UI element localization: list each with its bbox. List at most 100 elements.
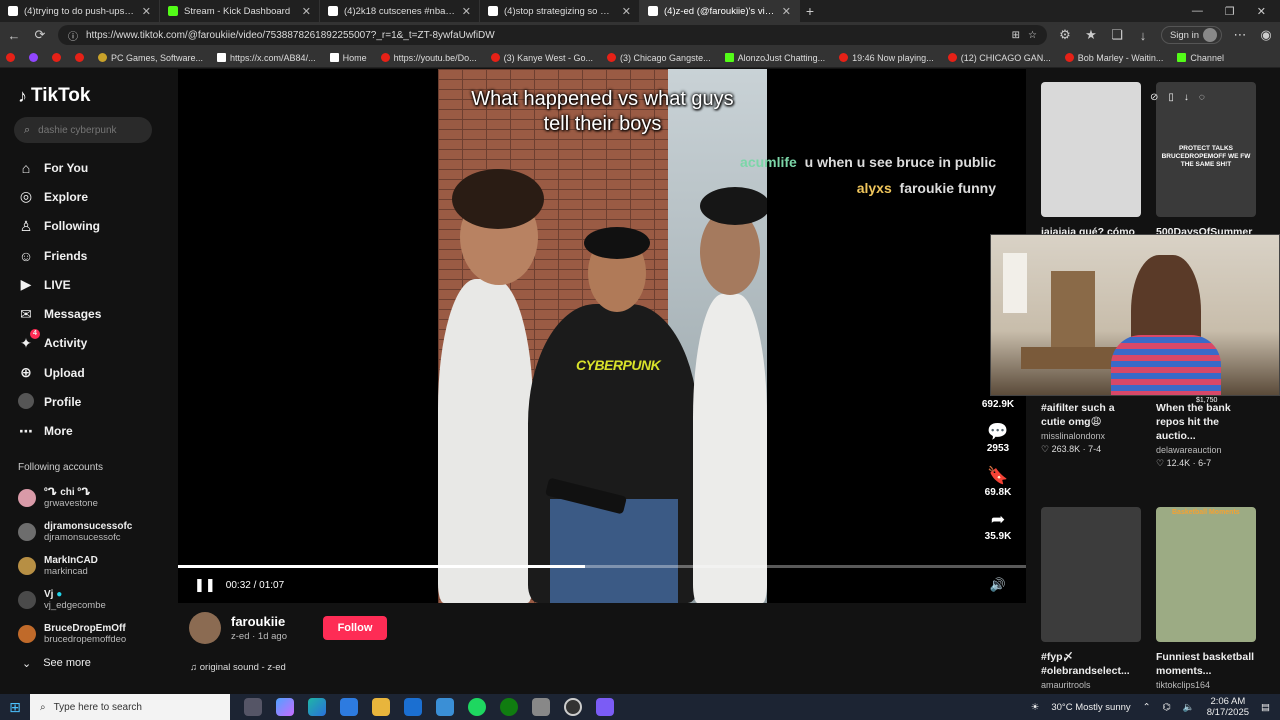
bookmark-item[interactable] (29, 53, 38, 62)
close-window-icon[interactable]: ✕ (1257, 5, 1266, 18)
sidebar-item-friends[interactable]: ☺ Friends (18, 241, 164, 270)
browser-tab[interactable]: (4)stop strategizing so much. #k ✕ (480, 0, 640, 22)
browser-tab[interactable]: (4)2k18 cutscenes #nba2k #nba2 ✕ (320, 0, 480, 22)
clock[interactable]: 2:06 AM 8/17/2025 (1207, 696, 1249, 718)
tray-chevron-icon[interactable]: ⌃ (1143, 702, 1151, 713)
sidebar-item-following[interactable]: ♙ Following (18, 212, 164, 241)
volume-icon[interactable]: 🔊 (990, 577, 1006, 593)
bookmark-item[interactable]: AlonzoJust Chatting... (724, 53, 825, 63)
pause-icon[interactable]: ❚❚ (194, 577, 216, 593)
sidebar-item-live[interactable]: ▶ LIVE (18, 270, 164, 299)
video-player[interactable]: CYBERPUNK What happened vs what guys tel… (178, 69, 1026, 603)
recommended-video-card[interactable]: Funniest basketball moments... tiktokclip… (1156, 507, 1256, 690)
photos-app-icon[interactable] (436, 698, 454, 716)
close-icon[interactable]: ✕ (462, 5, 471, 18)
video-thumbnail[interactable] (1041, 82, 1141, 217)
following-account[interactable]: Vj ● vj_edgecombe (18, 583, 164, 617)
bookmark-item[interactable]: (3) Kanye West - Go... (490, 53, 593, 63)
downloads-icon[interactable]: ↓ (1135, 28, 1151, 43)
network-icon[interactable]: ⌬ (1163, 702, 1171, 713)
site-info-icon[interactable]: ⓘ (68, 28, 78, 43)
search-box[interactable]: ⌕ (14, 117, 152, 143)
bookmark-item[interactable]: Bob Marley - Waitin... (1064, 53, 1163, 63)
store-app-icon[interactable] (340, 698, 358, 716)
minimize-icon[interactable]: — (1192, 5, 1203, 18)
browser-tab[interactable]: (4)z-ed (@faroukiie)'s video ✕ (640, 0, 800, 22)
refresh-icon[interactable]: ⟳ (32, 27, 48, 43)
sidebar-item-explore[interactable]: ◎ Explore (18, 182, 164, 211)
sidebar-item-more[interactable]: ⋯ More (18, 417, 164, 446)
sidebar-item-profile[interactable]: Profile (18, 387, 164, 416)
author-avatar[interactable] (189, 612, 221, 644)
close-icon[interactable]: ✕ (142, 5, 151, 18)
following-account[interactable]: MarkInCAD markincad (18, 549, 164, 583)
sidebar-item-activity[interactable]: ✦ 4 Activity (18, 328, 164, 358)
collections-icon[interactable]: ❏ (1109, 27, 1125, 43)
card-author[interactable]: delawareauction (1156, 445, 1256, 455)
card-author[interactable]: misslinalondonx (1041, 431, 1141, 441)
bookmark-item[interactable]: (12) CHICAGO GAN... (947, 53, 1051, 63)
copilot-app-icon[interactable] (276, 698, 294, 716)
search-input[interactable] (38, 124, 139, 136)
back-icon[interactable]: ← (6, 28, 22, 43)
card-title[interactable]: Funniest basketball moments... (1156, 650, 1256, 678)
video-thumbnail[interactable] (1041, 507, 1141, 642)
see-more-button[interactable]: ⌄ See more (18, 657, 164, 670)
sidebar-item-messages[interactable]: ✉ Messages (18, 299, 164, 328)
edge-app-icon[interactable] (308, 698, 326, 716)
copilot-icon[interactable]: ◉ (1258, 27, 1274, 43)
following-account[interactable]: djramonsucessofc djramonsucessofc (18, 515, 164, 549)
recommended-video-card[interactable]: #fyp〆 #olebrandselect... amauritrools (1041, 507, 1141, 690)
share-icon[interactable]: ➦ (978, 509, 1018, 531)
close-icon[interactable]: ✕ (782, 5, 791, 18)
maximize-icon[interactable]: ❐ (1225, 5, 1235, 18)
video-thumbnail[interactable] (1156, 507, 1256, 642)
bookmark-item[interactable] (75, 53, 84, 62)
bookmark-item[interactable]: 19:46 Now playing... (839, 53, 934, 63)
extensions-icon[interactable]: ⚙ (1057, 27, 1073, 43)
speaker-icon[interactable]: 🔈 (1183, 702, 1195, 713)
card-author[interactable]: tiktokclips164 (1156, 680, 1256, 690)
browser-tab[interactable]: Stream - Kick Dashboard ✕ (160, 0, 320, 22)
following-account[interactable]: ºᖊ chi ºᖊ grwavestone (18, 481, 164, 515)
follow-button[interactable]: Follow (322, 616, 387, 640)
bookmark-item[interactable]: Home (329, 53, 367, 63)
spotify-app-icon[interactable] (468, 698, 486, 716)
bookmark-item[interactable]: https://x.com/AB84/... (217, 53, 316, 63)
bookmark-item[interactable]: Channel (1177, 53, 1224, 63)
app-icon[interactable] (532, 698, 550, 716)
bookmark-item[interactable]: PC Games, Software... (98, 53, 203, 63)
url-box[interactable]: ⓘ https://www.tiktok.com/@faroukiie/vide… (58, 25, 1047, 45)
xbox-app-icon[interactable] (500, 698, 518, 716)
sign-in-button[interactable]: Sign in (1160, 26, 1222, 44)
browser-menu-icon[interactable]: ⋯ (1232, 27, 1248, 43)
video-frame[interactable]: CYBERPUNK What happened vs what guys tel… (438, 69, 767, 603)
card-author[interactable]: amauritrools (1041, 680, 1141, 690)
bookmark-item[interactable] (52, 53, 61, 62)
following-account[interactable]: BruceDropEmOff brucedropemoffdeo (18, 617, 164, 651)
bookmark-icon[interactable]: 🔖 (978, 465, 1018, 487)
card-title[interactable]: #aifilter such a cutie omg😩 (1041, 401, 1141, 429)
sidebar-item-for-you[interactable]: ⌂ For You (18, 153, 164, 182)
sound-link[interactable]: ♫ original sound - z-ed (190, 662, 286, 673)
sidebar-item-upload[interactable]: ⊕ Upload (18, 358, 164, 387)
outlook-app-icon[interactable] (404, 698, 422, 716)
card-title[interactable]: When the bank repos hit the auctio... (1156, 401, 1256, 443)
new-tab-button[interactable]: + (800, 3, 820, 19)
notifications-icon[interactable]: ▤ (1261, 702, 1270, 713)
weather-icon[interactable]: ☀ (1031, 702, 1040, 713)
card-title[interactable]: #fyp〆 #olebrandselect... (1041, 650, 1141, 678)
favorite-star-icon[interactable]: ☆ (1028, 30, 1037, 41)
recommended-video-card[interactable]: jajajaja qué? cómo (1041, 82, 1141, 239)
author-name[interactable]: faroukiie (231, 614, 287, 629)
pip-icon[interactable]: ⊘ (1150, 92, 1158, 103)
mobile-icon[interactable]: ▯ (1168, 92, 1174, 103)
browser-tab[interactable]: (4)trying to do push-ups for bee ✕ (0, 0, 160, 22)
tiktok-logo[interactable]: ♪ TikTok (18, 85, 164, 107)
bookmark-item[interactable]: (3) Chicago Gangste... (607, 53, 711, 63)
windows-start-icon[interactable]: ⊞ (0, 699, 30, 716)
taskbar-search[interactable]: ⌕ Type here to search (30, 694, 230, 720)
obs-app-icon[interactable] (564, 698, 582, 716)
explorer-app-icon[interactable] (372, 698, 390, 716)
favorites-icon[interactable]: ★ (1083, 27, 1099, 43)
